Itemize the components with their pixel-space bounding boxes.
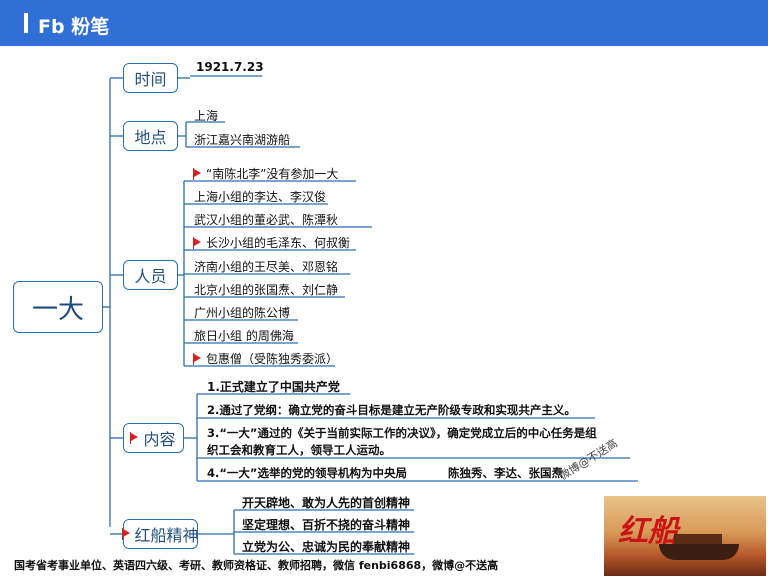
leaf-content: 2.通过了党纲：确立党的奋斗目标是建立无产阶级专政和实现共产主义。 — [207, 403, 576, 417]
leaf-person: 济南小组的王尽美、邓恩铭 — [194, 260, 339, 274]
leaf-content-members: 陈独秀、李达、张国焘 — [448, 466, 563, 480]
leaf-person: 武汉小组的董必武、陈潭秋 — [194, 213, 339, 227]
leaf-place: 上海 — [194, 109, 219, 123]
leaf-spirit: 开天辟地、敢为人先的首创精神 — [242, 496, 411, 510]
node-people: 人员 — [123, 260, 178, 290]
node-spirit: 红船精神 — [121, 519, 199, 549]
node-time: 时间 — [123, 63, 178, 93]
red-boat-image: 红船 — [604, 496, 766, 576]
flag-icon — [193, 168, 201, 180]
node-content: 内容 — [123, 423, 184, 453]
connector-lines — [103, 75, 638, 555]
leaf-content: 织工会和教育工人，领导工人运动。 — [207, 443, 391, 457]
boat-hull — [659, 544, 739, 560]
leaf-spirit: 坚定理想、百折不挠的奋斗精神 — [242, 518, 411, 532]
flag-icon — [121, 528, 130, 540]
flag-icon — [193, 237, 201, 249]
leaf-person: 北京小组的张国焘、刘仁静 — [194, 283, 339, 297]
leaf-person: 旅日小组 的周佛海 — [194, 329, 294, 343]
leaf-content: 1.正式建立了中国共产党 — [207, 380, 340, 394]
flag-icon — [193, 353, 201, 365]
leaf-place: 浙江嘉兴南湖游船 — [194, 133, 291, 147]
leaf-person: 上海小组的李达、李汉俊 — [194, 190, 327, 204]
leaf-content: 4.“一大”选举的党的领导机构为中央局 — [207, 466, 407, 480]
leaf-time: 1921.7.23 — [196, 60, 264, 74]
flag-icon — [130, 432, 139, 444]
leaf-spirit: 立党为公、忠诚为民的奉献精神 — [242, 540, 411, 554]
root-node: 一大 — [13, 281, 103, 333]
leaf-person: 包惠僧（受陈独秀委派） — [193, 350, 338, 367]
leaf-content: 3.“一大”通过的《关于当前实际工作的决议》，确定党成立后的中心任务是组 — [207, 426, 597, 440]
leaf-person: 长沙小组的毛泽东、何叔衡 — [193, 234, 350, 251]
node-place: 地点 — [123, 121, 178, 151]
leaf-person: “南陈北李”没有参加一大 — [193, 165, 338, 182]
leaf-person: 广州小组的陈公博 — [194, 306, 291, 320]
footer-text: 国考省考事业单位、英语四六级、考研、教师资格证、教师招聘，微信 fenbi686… — [14, 559, 499, 572]
